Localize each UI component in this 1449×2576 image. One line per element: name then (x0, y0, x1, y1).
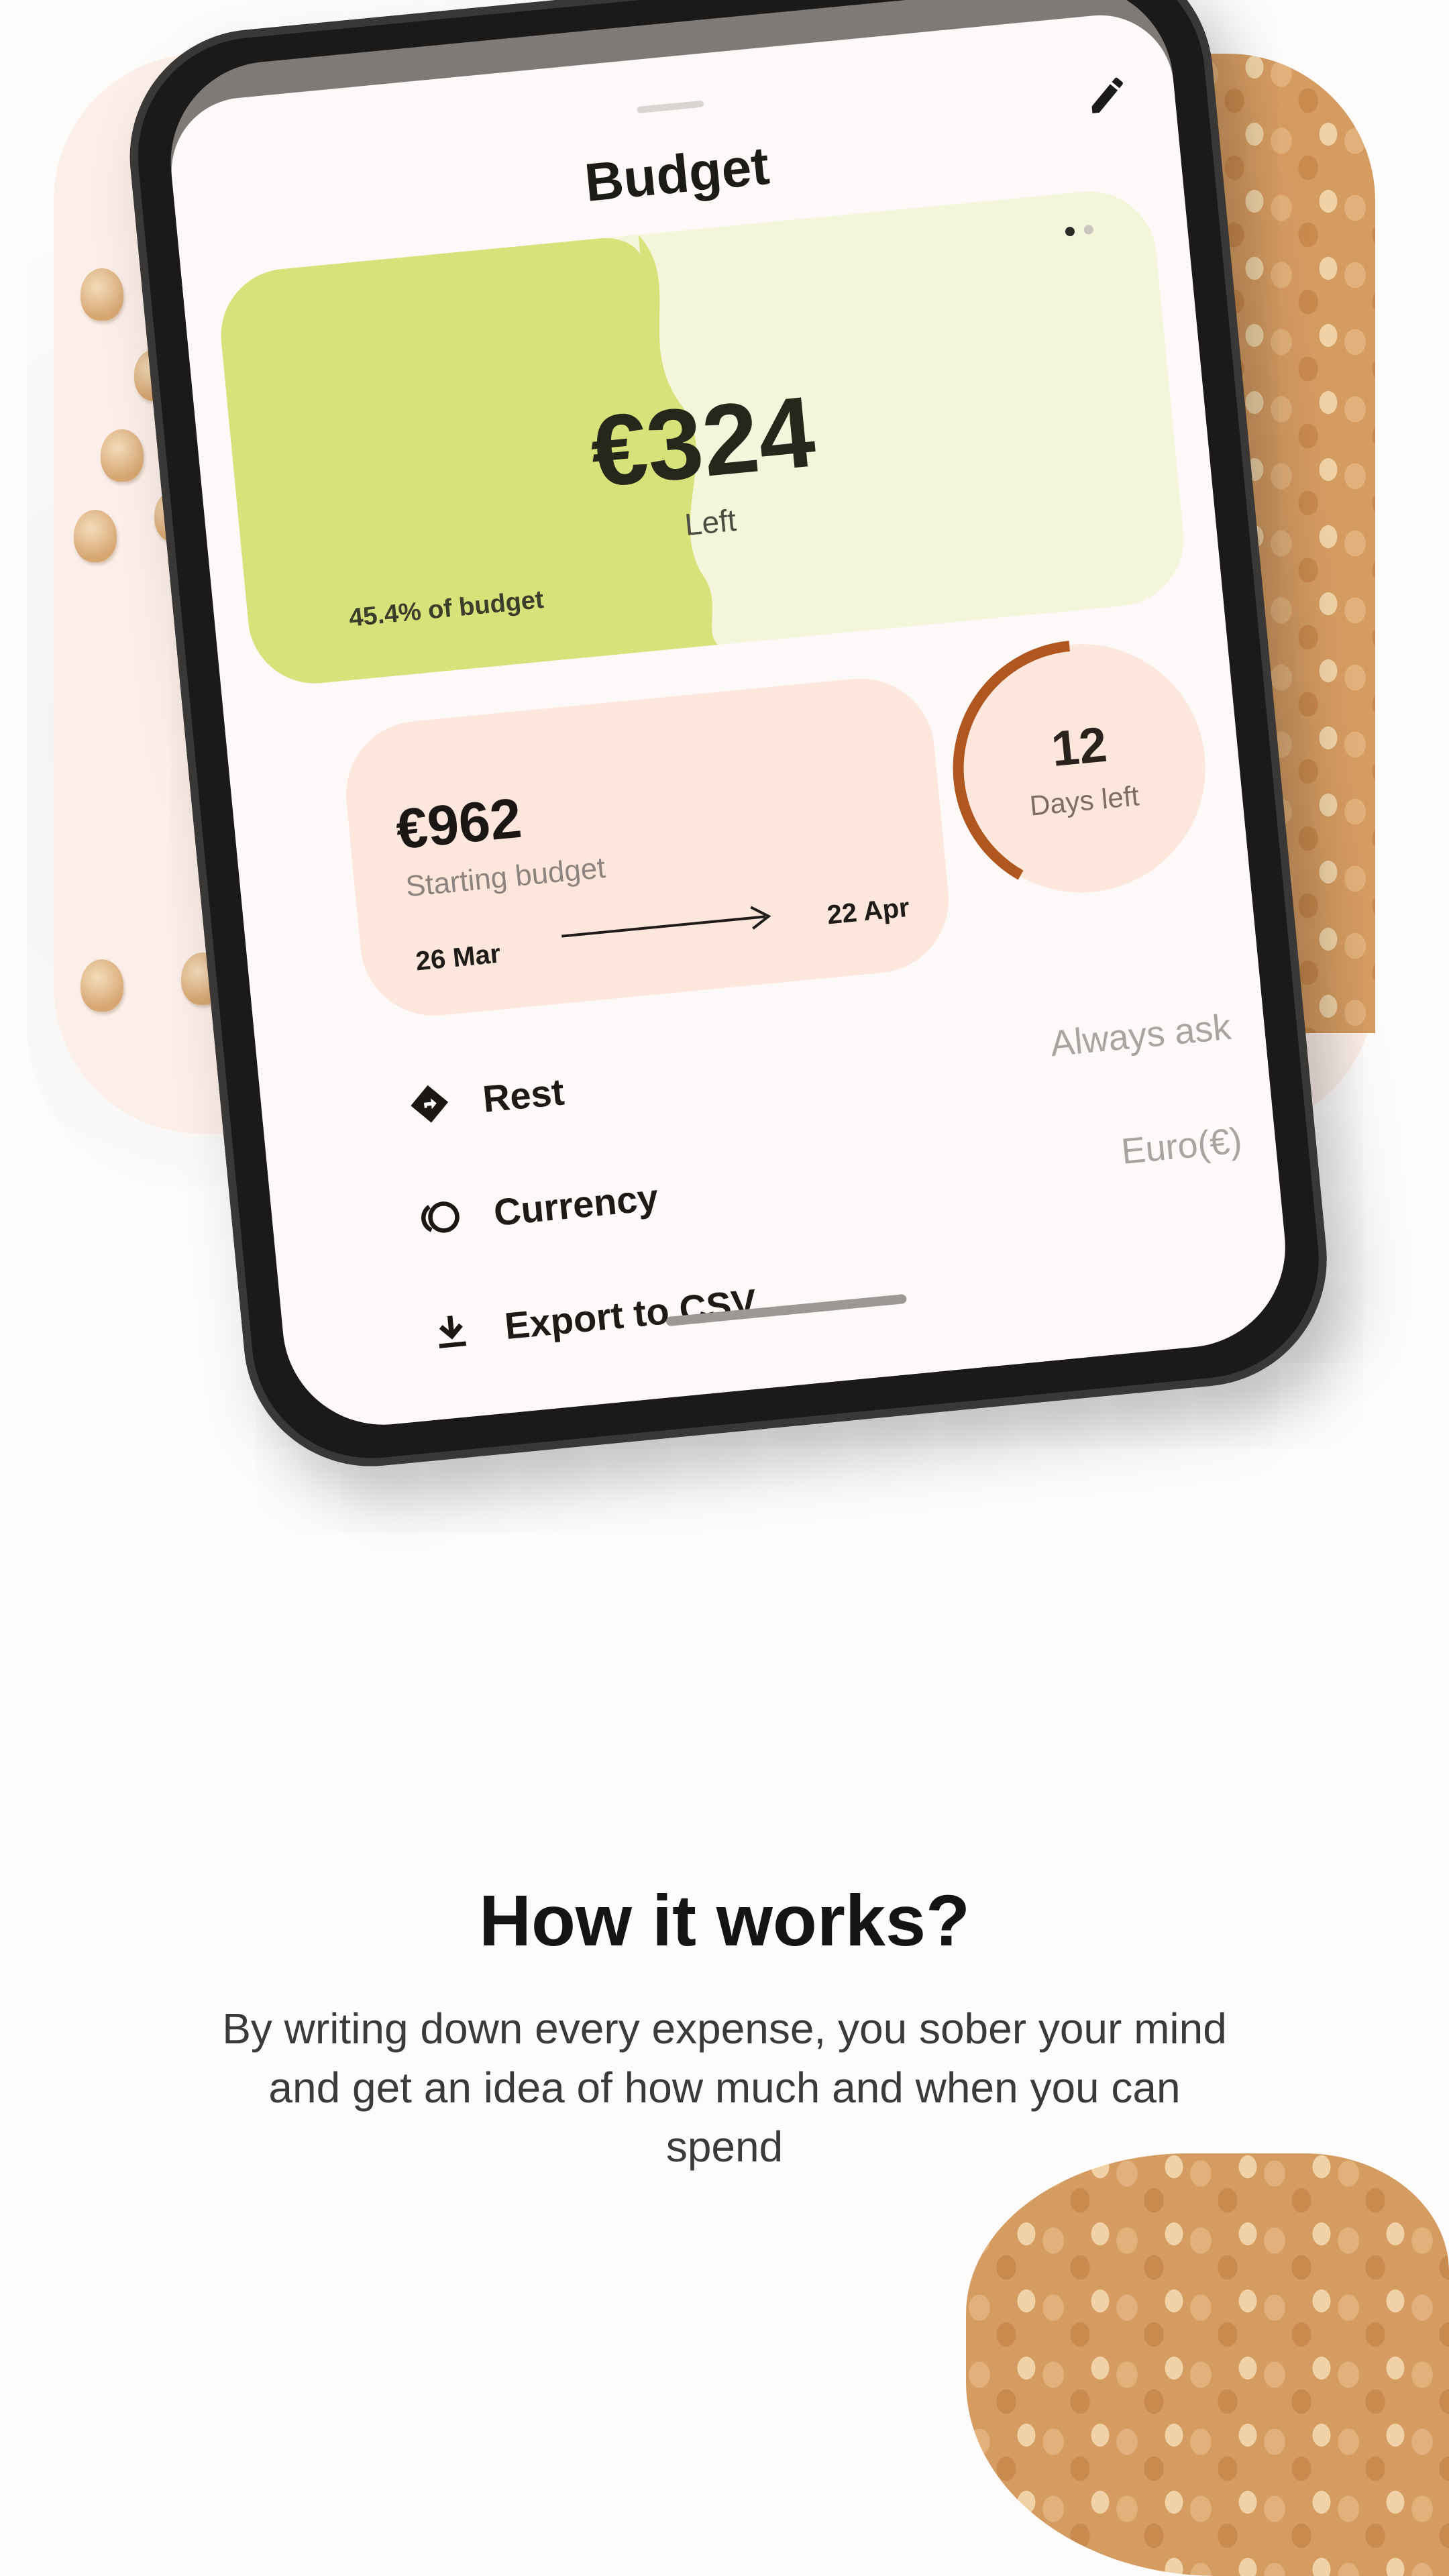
directions-icon (400, 1075, 459, 1133)
phone-screen: Budget €324 Left 45.4% of budget €962 St… (161, 0, 1295, 1434)
buckwheat-grain (80, 268, 123, 321)
setting-value: Euro(€) (1119, 1120, 1244, 1172)
days-left-card[interactable]: 12 Days left (945, 633, 1217, 904)
download-icon (422, 1301, 480, 1360)
section-title: How it works? (478, 1880, 971, 1961)
start-date: 26 Mar (414, 938, 502, 977)
setting-label: Rest (480, 1069, 566, 1120)
starting-amount: €962 (393, 786, 525, 861)
arrow-right-icon (561, 906, 771, 938)
section-description: By writing down every expense, you sober… (222, 2004, 1227, 2171)
budget-sheet: Budget €324 Left 45.4% of budget €962 St… (164, 8, 1295, 1434)
starting-budget-card[interactable]: €962 Starting budget 26 Mar 22 Apr (339, 672, 956, 1022)
sheet-drag-handle[interactable] (637, 100, 704, 114)
remaining-budget-card[interactable]: €324 Left 45.4% of budget (215, 185, 1190, 690)
phone-mockup: Budget €324 Left 45.4% of budget €962 St… (118, 0, 1338, 1478)
buckwheat-blob-image (966, 2153, 1449, 2576)
buckwheat-grain (101, 429, 144, 482)
setting-label: Currency (492, 1175, 660, 1234)
buckwheat-grain (80, 959, 123, 1012)
pager-dots (1065, 224, 1094, 237)
starting-label: Starting budget (404, 851, 607, 904)
buckwheat-grain (74, 510, 117, 562)
end-date: 22 Apr (825, 892, 911, 930)
coins-icon (411, 1188, 470, 1246)
pager-dot-active (1065, 226, 1075, 237)
pager-dot (1083, 224, 1094, 235)
setting-value: Always ask (1048, 1006, 1233, 1065)
